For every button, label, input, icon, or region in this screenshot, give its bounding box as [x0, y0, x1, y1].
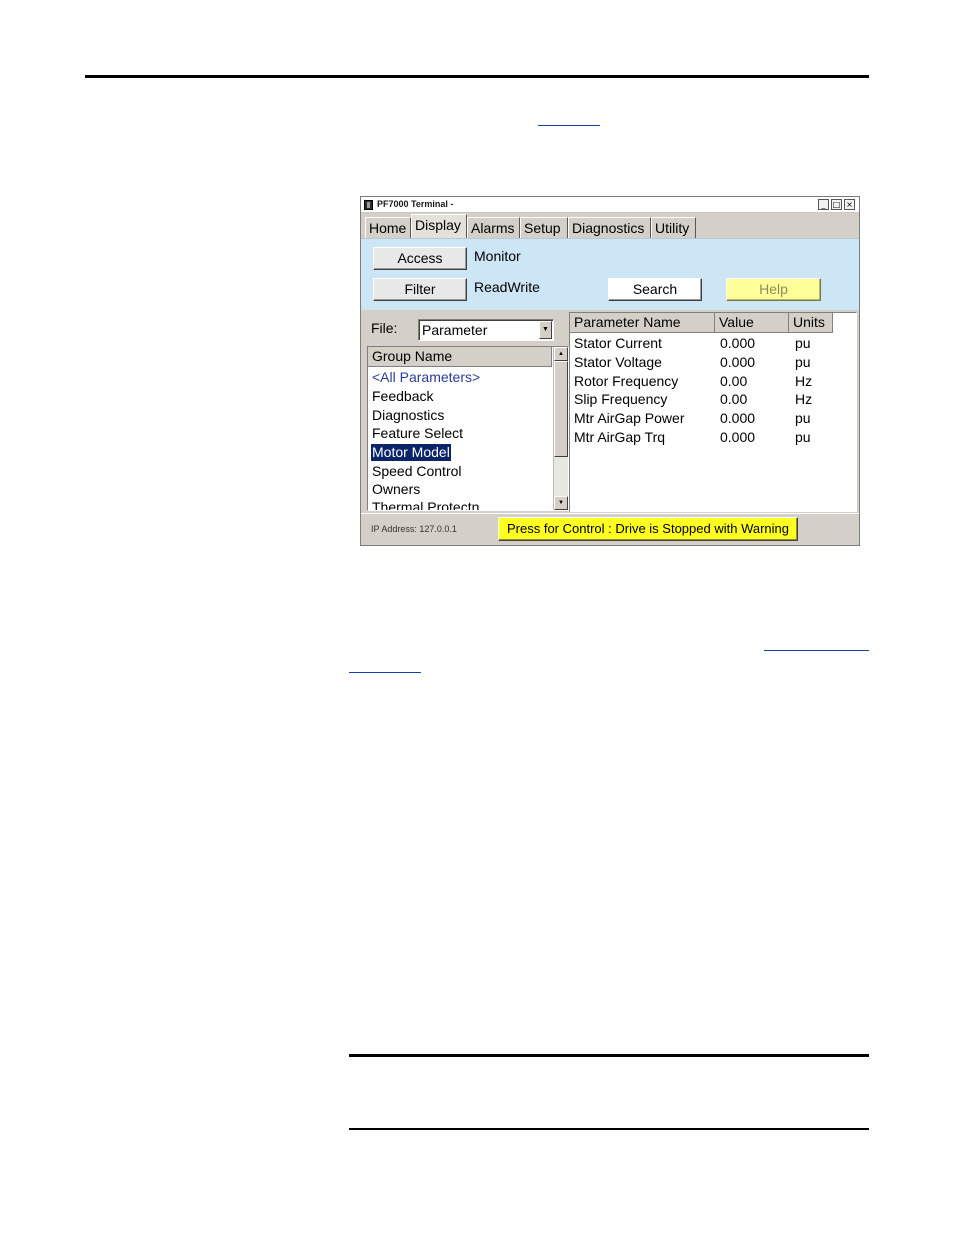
- row-1-value: 0.000: [720, 335, 756, 351]
- access-value: Monitor: [474, 248, 521, 264]
- tab-alarms[interactable]: Alarms: [467, 217, 520, 238]
- scroll-thumb[interactable]: [554, 361, 568, 457]
- column-header-units[interactable]: Units: [789, 313, 833, 333]
- row-4-name[interactable]: Slip Frequency: [574, 390, 667, 408]
- search-button[interactable]: Search: [608, 278, 702, 301]
- column-header-value[interactable]: Value: [715, 313, 789, 333]
- app-icon: [364, 200, 373, 210]
- help-button[interactable]: Help: [726, 278, 821, 301]
- terminal-window: PF7000 Terminal - _ □ × Home Display Ala…: [360, 196, 860, 546]
- access-filter-panel: Access Monitor Filter ReadWrite Search H…: [361, 238, 859, 310]
- group-item-speed-control[interactable]: Speed Control: [371, 463, 463, 480]
- row-3-name[interactable]: Rotor Frequency: [574, 372, 678, 390]
- group-item-all-parameters[interactable]: <All Parameters>: [371, 369, 481, 386]
- status-bar: IP Address: 127.0.0.1 Press for Control …: [361, 513, 859, 545]
- group-item-feedback[interactable]: Feedback: [371, 388, 434, 405]
- cross-reference-link-3[interactable]: [349, 672, 421, 673]
- row-6-units: pu: [795, 429, 811, 445]
- row-5-units: pu: [795, 410, 811, 426]
- scroll-down-icon[interactable]: ▼: [554, 496, 568, 510]
- filter-button[interactable]: Filter: [373, 278, 467, 301]
- row-3-value: 0.00: [720, 373, 748, 389]
- row-6-name[interactable]: Mtr AirGap Trq: [574, 428, 665, 446]
- group-item-diagnostics[interactable]: Diagnostics: [371, 407, 445, 424]
- cross-reference-link-2[interactable]: [764, 650, 869, 651]
- access-button[interactable]: Access: [373, 247, 467, 270]
- row-5-name[interactable]: Mtr AirGap Power: [574, 409, 684, 427]
- filter-value: ReadWrite: [474, 279, 540, 295]
- file-dropdown[interactable]: Parameter ▼: [418, 319, 554, 341]
- note-top-rule: [349, 1054, 869, 1057]
- row-1-name[interactable]: Stator Current: [574, 334, 662, 352]
- minimize-icon[interactable]: _: [818, 199, 829, 210]
- note-bottom-rule: [349, 1128, 869, 1130]
- chevron-down-icon[interactable]: ▼: [539, 321, 552, 339]
- parameter-table: Parameter Name Value Units Stator Curren…: [569, 312, 857, 512]
- row-3-units: Hz: [795, 373, 813, 389]
- file-label: File:: [371, 320, 398, 336]
- maximize-icon[interactable]: □: [831, 199, 842, 210]
- row-1-units: pu: [795, 335, 811, 351]
- tab-bar: Home Display Alarms Setup Diagnostics Ut…: [361, 214, 859, 238]
- cross-reference-link[interactable]: [538, 125, 600, 126]
- row-4-value: 0.00: [720, 391, 748, 407]
- column-header-parameter-name[interactable]: Parameter Name: [570, 313, 715, 333]
- tab-diagnostics[interactable]: Diagnostics: [568, 217, 651, 238]
- tab-setup[interactable]: Setup: [520, 217, 568, 238]
- group-name-list[interactable]: Group Name <All Parameters> Feedback Dia…: [367, 346, 569, 511]
- group-name-header: Group Name: [368, 347, 552, 367]
- close-icon[interactable]: ×: [844, 199, 855, 210]
- row-5-value: 0.000: [720, 410, 756, 426]
- control-button[interactable]: Press for Control : Drive is Stopped wit…: [498, 517, 798, 541]
- tab-display[interactable]: Display: [411, 214, 467, 238]
- group-item-feature-select[interactable]: Feature Select: [371, 425, 464, 442]
- window-title: PF7000 Terminal -: [377, 199, 454, 209]
- ip-address: IP Address: 127.0.0.1: [371, 524, 457, 534]
- title-bar: PF7000 Terminal - _ □ ×: [361, 197, 859, 213]
- group-item-thermal-protectn[interactable]: Thermal Protectn: [371, 499, 480, 510]
- row-6-value: 0.000: [720, 429, 756, 445]
- row-2-name[interactable]: Stator Voltage: [574, 353, 662, 371]
- row-4-units: Hz: [795, 391, 813, 407]
- group-item-motor-model[interactable]: Motor Model: [371, 444, 451, 461]
- row-2-units: pu: [795, 354, 811, 370]
- header-rule: [85, 75, 869, 78]
- file-dropdown-value: Parameter: [422, 322, 488, 338]
- tab-utility[interactable]: Utility: [651, 217, 696, 238]
- group-item-owners[interactable]: Owners: [371, 481, 421, 498]
- tab-home[interactable]: Home: [365, 217, 411, 238]
- scroll-up-icon[interactable]: ▲: [554, 347, 568, 361]
- group-list-scrollbar[interactable]: ▲ ▼: [553, 347, 568, 510]
- row-2-value: 0.000: [720, 354, 756, 370]
